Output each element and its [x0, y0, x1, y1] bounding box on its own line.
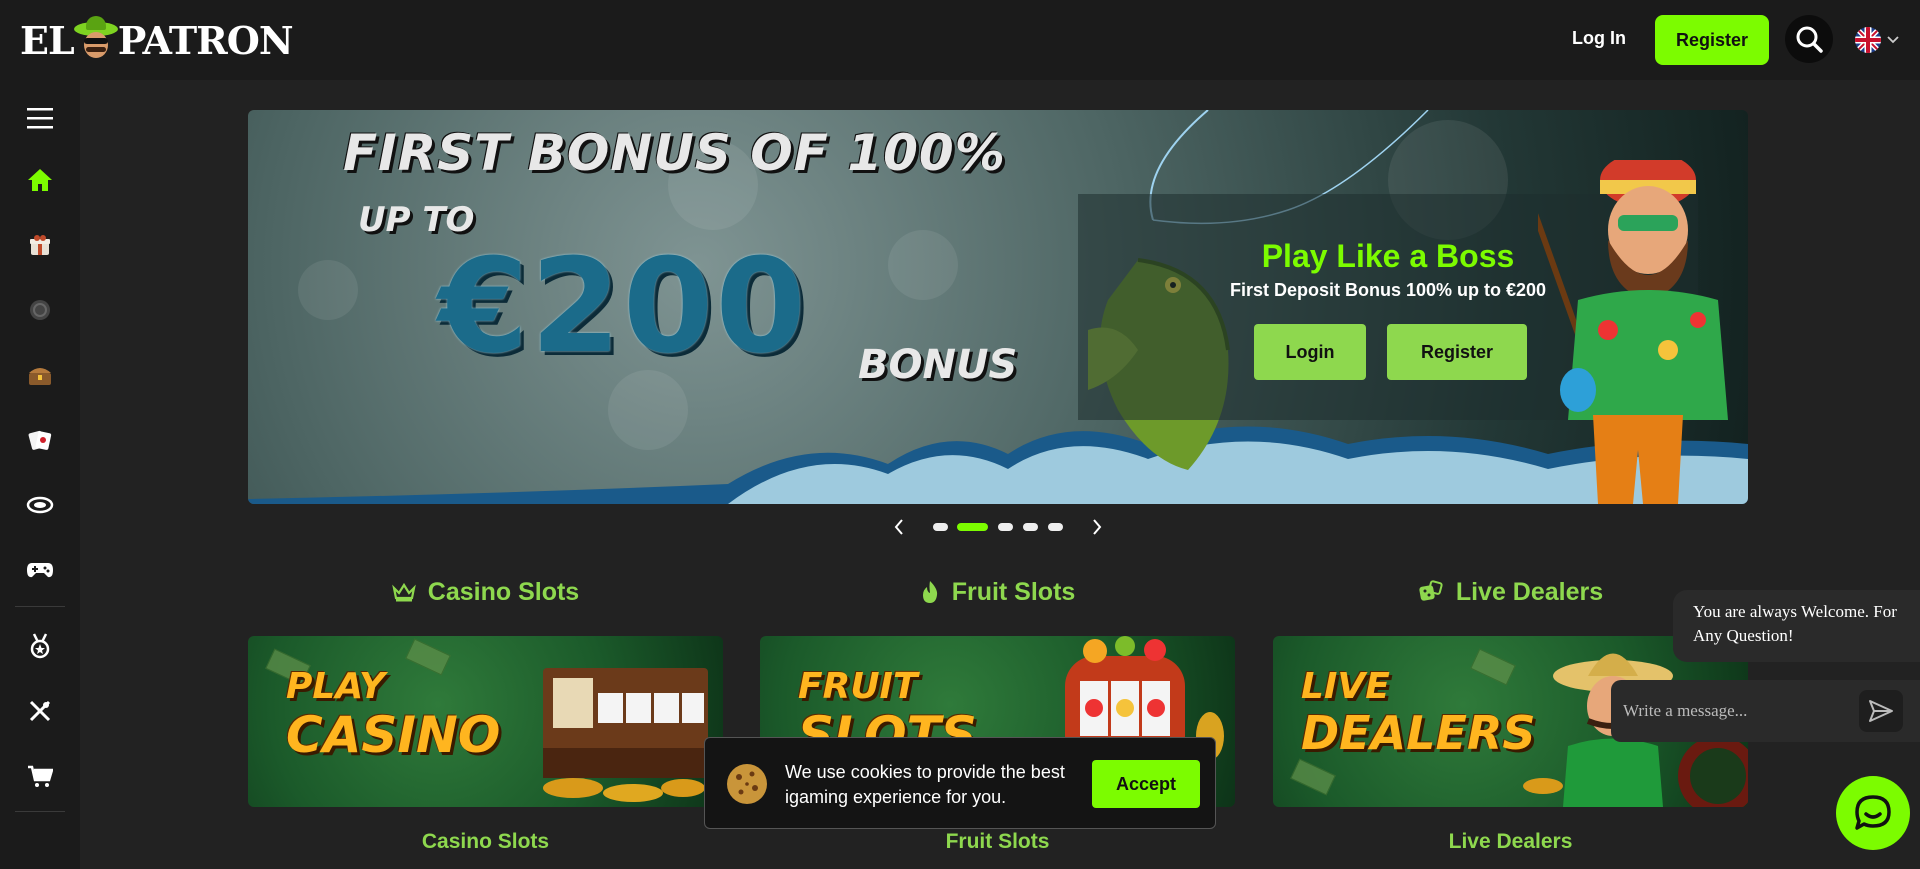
carousel-dot-2-active[interactable]	[957, 523, 988, 531]
sidebar-menu-toggle[interactable]	[20, 98, 60, 138]
category-title-text: Casino Slots	[427, 577, 580, 606]
sidebar-item-cards[interactable]	[20, 420, 60, 460]
carousel-dot-4[interactable]	[1023, 523, 1038, 531]
card-line1: FRUIT	[798, 666, 918, 707]
language-selector[interactable]	[1855, 26, 1905, 54]
send-icon	[1869, 700, 1893, 722]
search-button[interactable]	[1785, 15, 1833, 63]
crown-icon	[391, 582, 416, 602]
ocean-wave-art	[248, 426, 1748, 504]
banner-login-button[interactable]: Login	[1254, 324, 1366, 380]
dice-icon	[1419, 580, 1443, 601]
table-icon	[26, 496, 54, 514]
sidebar-item-treasure[interactable]	[20, 355, 60, 395]
banner-headline: FIRST BONUS OF 100%	[343, 124, 1006, 182]
sidebar-item-shop[interactable]	[20, 756, 60, 796]
bokeh	[298, 260, 358, 320]
search-icon	[1796, 26, 1823, 53]
slot-machine-illustration	[543, 668, 708, 802]
sidebar-item-sports[interactable]	[20, 691, 60, 731]
register-button[interactable]: Register	[1655, 15, 1769, 65]
promo-subtitle: First Deposit Bonus 100% up to €200	[1229, 280, 1547, 300]
carousel-next-button[interactable]	[1086, 516, 1108, 538]
sidebar-item-games[interactable]	[20, 550, 60, 590]
card-line1: LIVE	[1301, 666, 1390, 707]
carousel-dot-5[interactable]	[1048, 523, 1063, 531]
chevron-right-icon	[1093, 519, 1102, 535]
sombrero-mascot-icon	[73, 16, 118, 60]
treasure-chest-icon	[29, 368, 51, 385]
cookie-banner: We use cookies to provide the best igami…	[704, 737, 1216, 829]
login-link[interactable]: Log In	[1572, 28, 1626, 49]
sidebar-item-gift[interactable]	[20, 225, 60, 265]
promo-title: Play Like a Boss	[1261, 238, 1515, 274]
gamepad-icon	[27, 563, 53, 578]
sidebar	[0, 80, 80, 869]
card-line2: CASINO	[286, 706, 501, 764]
carousel-prev-button[interactable]	[888, 516, 910, 538]
banner-bonus-word: BONUS	[858, 342, 1018, 388]
menu-icon	[27, 108, 53, 129]
sidebar-item-casino[interactable]	[20, 290, 60, 330]
sidebar-item-table[interactable]	[20, 485, 60, 525]
cart-icon	[28, 765, 53, 787]
logo[interactable]: EL PATRON	[20, 16, 294, 63]
chevron-left-icon	[894, 519, 903, 535]
chat-welcome-bubble: You are always Welcome. For Any Question…	[1673, 590, 1920, 662]
chat-icon	[1855, 795, 1891, 830]
chevron-down-icon	[1887, 36, 1899, 44]
sidebar-divider	[15, 606, 65, 607]
chat-launcher-button[interactable]	[1836, 776, 1910, 850]
logo-text-right: PATRON	[117, 17, 294, 63]
top-header: EL PATRON Log In Register	[0, 0, 1920, 80]
banner-register-button[interactable]: Register	[1387, 324, 1527, 380]
card-line1: PLAY	[286, 666, 386, 707]
sidebar-item-rewards[interactable]	[20, 626, 60, 666]
category-card-casino-slots[interactable]: PLAY CASINO	[248, 636, 723, 807]
logo-text-left: EL	[20, 17, 75, 63]
category-label-live-dealers[interactable]: Live Dealers	[1273, 830, 1748, 854]
carousel-dot-1[interactable]	[933, 523, 948, 531]
gift-icon	[30, 235, 50, 255]
chat-input-panel	[1611, 680, 1920, 742]
cookie-icon	[727, 764, 767, 804]
medal-icon	[30, 633, 50, 659]
chat-send-button[interactable]	[1859, 690, 1903, 732]
card-line2: DEALERS	[1301, 706, 1536, 760]
poker-chip-icon	[30, 300, 50, 320]
uk-flag-icon	[1855, 27, 1881, 53]
bokeh	[888, 230, 958, 300]
category-title-text: Live Dealers	[1455, 577, 1604, 606]
fisherman-character	[1538, 160, 1728, 504]
cookie-message: We use cookies to provide the best igami…	[785, 762, 1065, 807]
category-title-text: Fruit Slots	[951, 577, 1076, 606]
chat-message-input[interactable]	[1623, 694, 1853, 728]
flame-icon	[922, 581, 937, 603]
banner-amount: €200	[438, 230, 808, 382]
category-title-casino-slots[interactable]: Casino Slots	[248, 574, 723, 610]
carousel-dot-3[interactable]	[998, 523, 1013, 531]
sidebar-divider	[15, 811, 65, 812]
category-label-fruit-slots[interactable]: Fruit Slots	[760, 830, 1235, 854]
home-icon	[28, 169, 52, 191]
accept-cookies-button[interactable]: Accept	[1092, 760, 1200, 808]
sidebar-item-home[interactable]	[20, 160, 60, 200]
category-title-fruit-slots[interactable]: Fruit Slots	[760, 574, 1235, 610]
cards-icon	[28, 430, 52, 450]
sports-icon	[29, 700, 51, 722]
category-label-casino-slots[interactable]: Casino Slots	[248, 830, 723, 854]
hero-banner[interactable]: FIRST BONUS OF 100% UP TO €200 BONUS Pla…	[248, 110, 1748, 504]
